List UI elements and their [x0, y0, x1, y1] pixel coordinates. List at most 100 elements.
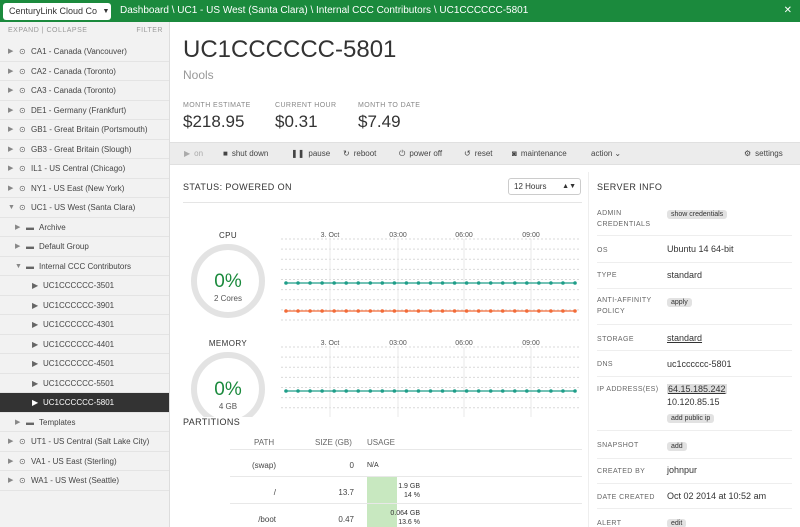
- data-point: [368, 389, 373, 393]
- edit-alert-policies-button[interactable]: edit: [667, 519, 687, 527]
- sidebar-item-de1-germany-frankfurt[interactable]: ▶ ⊙ DE1 - Germany (Frankfurt): [0, 101, 169, 120]
- show-credentials-button[interactable]: show credentials: [667, 210, 728, 219]
- settings-button[interactable]: ⚙ settings: [744, 143, 783, 165]
- server-icon: ▶: [32, 300, 39, 310]
- metric-month-estimate: MONTH ESTIMATE $218.95: [183, 102, 251, 132]
- private-ip-value: 10.120.85.15: [667, 397, 720, 407]
- datacenter-tree: ▶ ⊙ CA1 - Canada (Vancouver) ▶ ⊙ CA2 - Canada…: [0, 42, 169, 491]
- metric-current-hour: CURRENT HOUR $0.31: [275, 102, 336, 132]
- gauge-subtitle: 4 GB: [219, 402, 237, 411]
- expand-collapse-links[interactable]: EXPAND | COLLAPSE: [8, 27, 87, 34]
- sidebar-item-label: Archive: [39, 222, 66, 232]
- gauge-value: 0%: [214, 379, 242, 400]
- breadcrumb[interactable]: Dashboard \ UC1 - US West (Santa Clara) …: [120, 0, 528, 22]
- x-tick-label: 3. Oct: [321, 232, 340, 239]
- sidebar-item-uc1cccccc-5801[interactable]: ▶ UC1CCCCCC-5801: [0, 393, 169, 413]
- add-public-ip-wrap: add public ip: [667, 412, 715, 423]
- maintenance-button[interactable]: ◙ maintenance: [512, 143, 567, 165]
- collapsed-caret-icon[interactable]: ▶: [8, 179, 13, 198]
- sidebar-item-label: GB1 - Great Britain (Portsmouth): [31, 125, 148, 134]
- sidebar-item-uc1cccccc-5501[interactable]: ▶ UC1CCCCCC-5501: [0, 374, 169, 393]
- add-snapshot-button[interactable]: add: [667, 442, 687, 451]
- reset-icon: ↺: [464, 149, 471, 158]
- collapsed-caret-icon[interactable]: ▶: [8, 101, 13, 120]
- power-off-button[interactable]: ⏻ power off: [399, 143, 442, 165]
- sidebar-item-wa1-us-west-seattle[interactable]: ▶ ⊙ WA1 - US West (Seattle): [0, 471, 169, 491]
- sidebar-item-default-group[interactable]: ▶ ▬ Default Group: [0, 237, 169, 257]
- account-selector[interactable]: CenturyLink Cloud Co: [3, 3, 111, 20]
- x-tick-label: 3. Oct: [321, 340, 340, 347]
- monitoring-charts: CPU 0% 2 Cores 3. Oct 03:00 06:00 09:00 MEMORY 0…: [191, 231, 580, 417]
- storage-link[interactable]: standard: [667, 333, 702, 343]
- sidebar-item-uc1cccccc-4301[interactable]: ▶ UC1CCCCCC-4301: [0, 315, 169, 335]
- type-value: standard: [667, 270, 703, 280]
- collapsed-caret-icon[interactable]: ▶: [15, 237, 20, 256]
- data-point: [549, 389, 553, 393]
- collapsed-caret-icon[interactable]: ▶: [8, 452, 13, 471]
- collapsed-caret-icon[interactable]: ▶: [8, 159, 13, 178]
- sidebar-item-il1-us-central-chicago[interactable]: ▶ ⊙ IL1 - US Central (Chicago): [0, 159, 169, 179]
- data-point: [476, 281, 481, 285]
- sidebar-item-uc1cccccc-4501[interactable]: ▶ UC1CCCCCC-4501: [0, 354, 169, 374]
- collapsed-caret-icon[interactable]: ▶: [8, 120, 13, 139]
- collapsed-caret-icon[interactable]: ▶: [8, 471, 13, 490]
- sidebar-item-uc1cccccc-3901[interactable]: ▶ UC1CCCCCC-3901: [0, 296, 169, 315]
- filter-link[interactable]: FILTER: [136, 27, 163, 34]
- data-point: [512, 309, 517, 313]
- account-caret-icon[interactable]: ▼: [100, 3, 112, 20]
- sidebar-item-label: CA2 - Canada (Toronto): [31, 66, 116, 76]
- data-point: [440, 281, 445, 285]
- datacenter-icon: ⊙: [19, 164, 26, 173]
- shut-down-button[interactable]: ■ shut down: [223, 143, 268, 165]
- sidebar-item-uc1-us-west-santa-clara[interactable]: ▼ ⊙ UC1 - US West (Santa Clara): [0, 198, 169, 218]
- reset-button[interactable]: ↺ reset: [464, 143, 493, 165]
- partition-header-path: PATH: [254, 438, 275, 447]
- data-point: [537, 281, 541, 285]
- sidebar-item-label: WA1 - US West (Seattle): [31, 476, 120, 485]
- date-created-value: Oct 02 2014 at 10:52 am: [667, 491, 767, 501]
- server-icon: ▶: [32, 320, 39, 329]
- sidebar-item-ca3-canada-toronto[interactable]: ▶ ⊙ CA3 - Canada (Toronto): [0, 81, 169, 101]
- expanded-caret-icon[interactable]: ▼: [8, 198, 15, 217]
- add-public-ip-button[interactable]: add public ip: [667, 414, 715, 423]
- sidebar-item-internal-ccc-contributors[interactable]: ▼ ▬ Internal CCC Contributors: [0, 257, 169, 276]
- expanded-caret-icon[interactable]: ▼: [15, 257, 22, 276]
- sidebar-item-templates[interactable]: ▶ ▬ Templates: [0, 413, 169, 432]
- folder-icon: ▬: [26, 222, 34, 232]
- collapsed-caret-icon[interactable]: ▶: [8, 42, 13, 61]
- data-point: [440, 309, 445, 313]
- collapsed-caret-icon[interactable]: ▶: [8, 62, 13, 81]
- data-point: [368, 281, 373, 285]
- sidebar-item-va1-us-east-sterling[interactable]: ▶ ⊙ VA1 - US East (Sterling): [0, 452, 169, 471]
- sidebar-item-ca2-canada-toronto[interactable]: ▶ ⊙ CA2 - Canada (Toronto): [0, 62, 169, 81]
- sidebar-item-gb3-great-britain-slough[interactable]: ▶ ⊙ GB3 - Great Britain (Slough): [0, 140, 169, 159]
- sidebar-item-ut1-us-central-salt-lake-city[interactable]: ▶ ⊙ UT1 - US Central (Salt Lake City): [0, 432, 169, 452]
- apply-button[interactable]: apply: [667, 298, 692, 307]
- sidebar: EXPAND | COLLAPSE FILTER ▶ ⊙ CA1 - Canada …: [0, 22, 170, 527]
- reboot-button[interactable]: ↻ reboot: [343, 143, 376, 165]
- collapsed-caret-icon[interactable]: ▶: [15, 218, 20, 237]
- data-point: [344, 389, 349, 393]
- sidebar-item-uc1cccccc-3501[interactable]: ▶ UC1CCCCCC-3501: [0, 276, 169, 296]
- time-range-select[interactable]: 12 Hours ▲▼: [508, 178, 581, 195]
- action-menu-button[interactable]: action ⌄: [591, 143, 621, 165]
- folder-icon: ▬: [26, 261, 34, 271]
- data-point: [464, 309, 469, 313]
- pause-button[interactable]: ❚❚ pause: [291, 143, 330, 165]
- power-on-button[interactable]: ▶ on: [184, 143, 203, 165]
- os-label: OS: [597, 247, 608, 254]
- close-icon[interactable]: ✕: [784, 0, 792, 22]
- collapsed-caret-icon[interactable]: ▶: [8, 140, 13, 159]
- sidebar-item-ny1-us-east-new-york[interactable]: ▶ ⊙ NY1 - US East (New York): [0, 179, 169, 198]
- collapsed-caret-icon[interactable]: ▶: [15, 413, 20, 432]
- sidebar-item-gb1-great-britain-portsmouth[interactable]: ▶ ⊙ GB1 - Great Britain (Portsmouth): [0, 120, 169, 140]
- sidebar-item-uc1cccccc-4401[interactable]: ▶ UC1CCCCCC-4401: [0, 335, 169, 354]
- collapsed-caret-icon[interactable]: ▶: [8, 432, 13, 451]
- public-ip-link[interactable]: 64.15.185.242: [667, 384, 727, 394]
- collapsed-caret-icon[interactable]: ▶: [8, 81, 13, 100]
- data-point: [284, 309, 288, 313]
- sidebar-item-archive[interactable]: ▶ ▬ Archive: [0, 218, 169, 237]
- sidebar-item-ca1-canada-vancouver[interactable]: ▶ ⊙ CA1 - Canada (Vancouver): [0, 42, 169, 62]
- metric-label: MONTH TO DATE: [358, 102, 421, 109]
- folder-icon: ▬: [26, 417, 34, 427]
